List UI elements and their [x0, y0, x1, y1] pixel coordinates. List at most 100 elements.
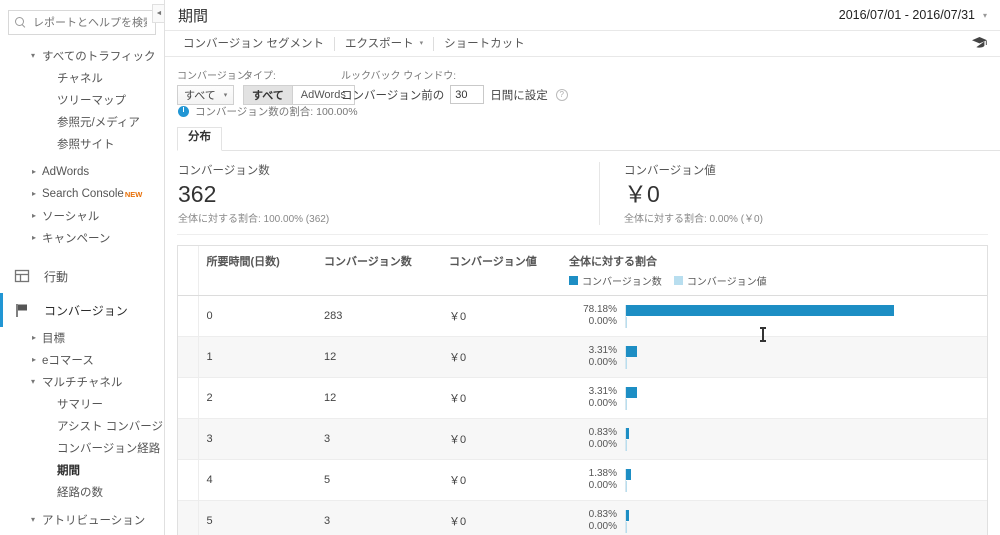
sidebar-item-label: 期間	[57, 465, 80, 477]
cell-percent: 3.31% 0.00%	[561, 336, 987, 378]
table-row[interactable]: 1 12 ￥0 3.31% 0.00%	[178, 336, 987, 378]
row-checkbox-cell[interactable]	[178, 377, 199, 419]
report-tabs: 分布	[177, 127, 1000, 151]
conversion-filter-select[interactable]: すべて ▾	[177, 85, 235, 105]
lookback-days-input[interactable]	[450, 85, 485, 104]
sidebar-item-time-lag[interactable]: 期間	[0, 459, 164, 481]
sidebar-item-treemap[interactable]: ツリーマップ	[0, 89, 164, 111]
table-header-row: 所要時間(日数) コンバージョン数 コンバージョン値 全体に対する割合 コンバー…	[178, 246, 987, 296]
sidebar-item-assisted-conversions[interactable]: アシスト コンバージ...	[0, 415, 164, 437]
sidebar-section-behavior[interactable]: 行動	[0, 259, 164, 293]
sidebar-item-referrals[interactable]: 参照サイト	[0, 133, 164, 155]
lookback-window-label: ルックバック ウィンドウ:	[341, 71, 457, 82]
pct-conversions: 3.31%	[588, 345, 617, 356]
chevron-down-icon: ▾	[223, 92, 228, 99]
help-icon[interactable]: ?	[555, 88, 568, 101]
cell-days: 2	[198, 377, 316, 419]
graduation-cap-icon[interactable]	[971, 36, 988, 52]
chevron-right-icon: ▸	[32, 355, 37, 364]
type-filter: タイプ: すべて AdWords	[243, 67, 355, 105]
conversion-filter-value: すべて	[184, 90, 216, 102]
cell-conversions: 3	[316, 500, 441, 535]
cell-days: 3	[198, 418, 316, 460]
table-row[interactable]: 2 12 ￥0 3.31% 0.00%	[178, 377, 987, 419]
sidebar-item-social[interactable]: ▸ ソーシャル	[0, 205, 164, 227]
row-checkbox-cell[interactable]	[178, 336, 199, 378]
sidebar-collapse-button[interactable]: ◄	[152, 4, 164, 23]
flag-icon	[14, 302, 30, 318]
sidebar-item-label: コンバージョン経路	[57, 443, 161, 455]
pct-value: 0.00%	[588, 521, 617, 532]
sidebar-item-channels[interactable]: チャネル	[0, 67, 164, 89]
sidebar-item-search-console[interactable]: ▸ Search Console NEW	[0, 183, 164, 205]
conversion-segment-button[interactable]: コンバージョン セグメント	[173, 36, 335, 51]
sidebar-item-summary[interactable]: サマリー	[0, 393, 164, 415]
legend-swatch-value	[673, 276, 683, 285]
chevron-down-icon: ▾	[31, 51, 36, 60]
bar-value	[626, 439, 627, 451]
sidebar-item-adwords[interactable]: ▸ AdWords	[0, 161, 164, 183]
date-range-label: 2016/07/01 - 2016/07/31	[838, 8, 975, 22]
type-option-all[interactable]: すべて	[244, 86, 292, 104]
search-icon	[15, 17, 26, 28]
sidebar-section-conversions[interactable]: コンバージョン	[0, 293, 164, 327]
row-checkbox-cell[interactable]	[178, 459, 199, 501]
date-range-selector[interactable]: 2016/07/01 - 2016/07/31 ▾	[832, 5, 992, 25]
sidebar-section-label: 行動	[44, 269, 69, 284]
sidebar-item-model-comparison[interactable]: モデル比較ツール	[0, 531, 164, 535]
shortcut-button[interactable]: ショートカット	[434, 37, 535, 51]
sidebar-item-conversion-paths[interactable]: コンバージョン経路	[0, 437, 164, 459]
lookback-window-control: コンバージョン前の 日間に設定 ?	[341, 85, 568, 104]
sidebar-item-campaigns[interactable]: ▸ キャンペーン	[0, 227, 164, 249]
sidebar-search	[0, 0, 164, 41]
cell-value: ￥0	[441, 418, 561, 460]
summary-metrics: コンバージョン数 362 全体に対する割合: 100.00% (362) コンバ…	[177, 151, 988, 235]
bar-conversions	[626, 304, 894, 316]
sidebar-item-goals[interactable]: ▸ 目標	[0, 327, 164, 349]
table-row[interactable]: 4 5 ￥0 1.38% 0.00%	[178, 459, 987, 501]
cell-percent: 1.38% 0.00%	[561, 459, 987, 501]
pie-chart-icon	[178, 106, 189, 117]
row-checkbox-cell[interactable]	[178, 418, 199, 460]
bar-group	[625, 468, 979, 492]
header-conversions[interactable]: コンバージョン数	[316, 246, 441, 296]
analytics-page: ◄ ▾ すべてのトラフィック チャネル ツリーマップ 参照元/メディア	[0, 0, 1000, 535]
sidebar-item-source-medium[interactable]: 参照元/メディア	[0, 111, 164, 133]
legend-label-conversions: コンバージョン数	[582, 277, 662, 288]
pct-value: 0.00%	[588, 480, 617, 491]
metric-value: 362	[178, 181, 217, 207]
bar-group	[625, 509, 979, 533]
chevron-left-icon: ◄	[155, 10, 163, 17]
row-checkbox-cell[interactable]	[178, 500, 199, 535]
metric-label: コンバージョン値	[624, 165, 716, 177]
header-value[interactable]: コンバージョン値	[441, 246, 561, 296]
sidebar-item-label: ツリーマップ	[57, 95, 126, 107]
cell-percent: 3.31% 0.00%	[561, 377, 987, 419]
table-row[interactable]: 5 3 ￥0 0.83% 0.00%	[178, 500, 987, 535]
sidebar-item-attribution[interactable]: ▾ アトリビューション	[0, 509, 164, 531]
search-box[interactable]	[8, 10, 156, 35]
cell-conversions: 283	[316, 295, 441, 337]
sidebar-item-multichannel[interactable]: ▾ マルチチャネル	[0, 371, 164, 393]
main-content: 期間 2016/07/01 - 2016/07/31 ▾ コンバージョン セグメ…	[165, 0, 1000, 535]
sidebar-item-all-traffic[interactable]: ▾ すべてのトラフィック	[0, 45, 164, 67]
table-row[interactable]: 3 3 ￥0 0.83% 0.00%	[178, 418, 987, 460]
chevron-down-icon: ▾	[31, 377, 36, 386]
shortcut-label: ショートカット	[444, 37, 525, 50]
type-filter-label: タイプ:	[243, 71, 276, 82]
cell-percent: 78.18% 0.00%	[561, 295, 987, 337]
row-checkbox-cell[interactable]	[178, 295, 199, 337]
metric-label: コンバージョン数	[178, 165, 270, 177]
header-days[interactable]: 所要時間(日数)	[198, 246, 316, 296]
sidebar-item-label: 参照元/メディア	[57, 117, 140, 129]
sidebar-item-label: 経路の数	[57, 487, 103, 499]
sidebar-item-ecommerce[interactable]: ▸ eコマース	[0, 349, 164, 371]
behavior-icon	[14, 268, 30, 284]
tab-distribution[interactable]: 分布	[177, 127, 222, 151]
export-button[interactable]: エクスポート ▾	[335, 36, 435, 51]
bar-value	[626, 398, 627, 410]
table-row[interactable]: 0 283 ￥0 78.18% 0.00%	[178, 295, 987, 337]
search-input[interactable]	[31, 15, 149, 30]
page-title: 期間	[178, 7, 209, 25]
sidebar-item-path-length[interactable]: 経路の数	[0, 481, 164, 503]
